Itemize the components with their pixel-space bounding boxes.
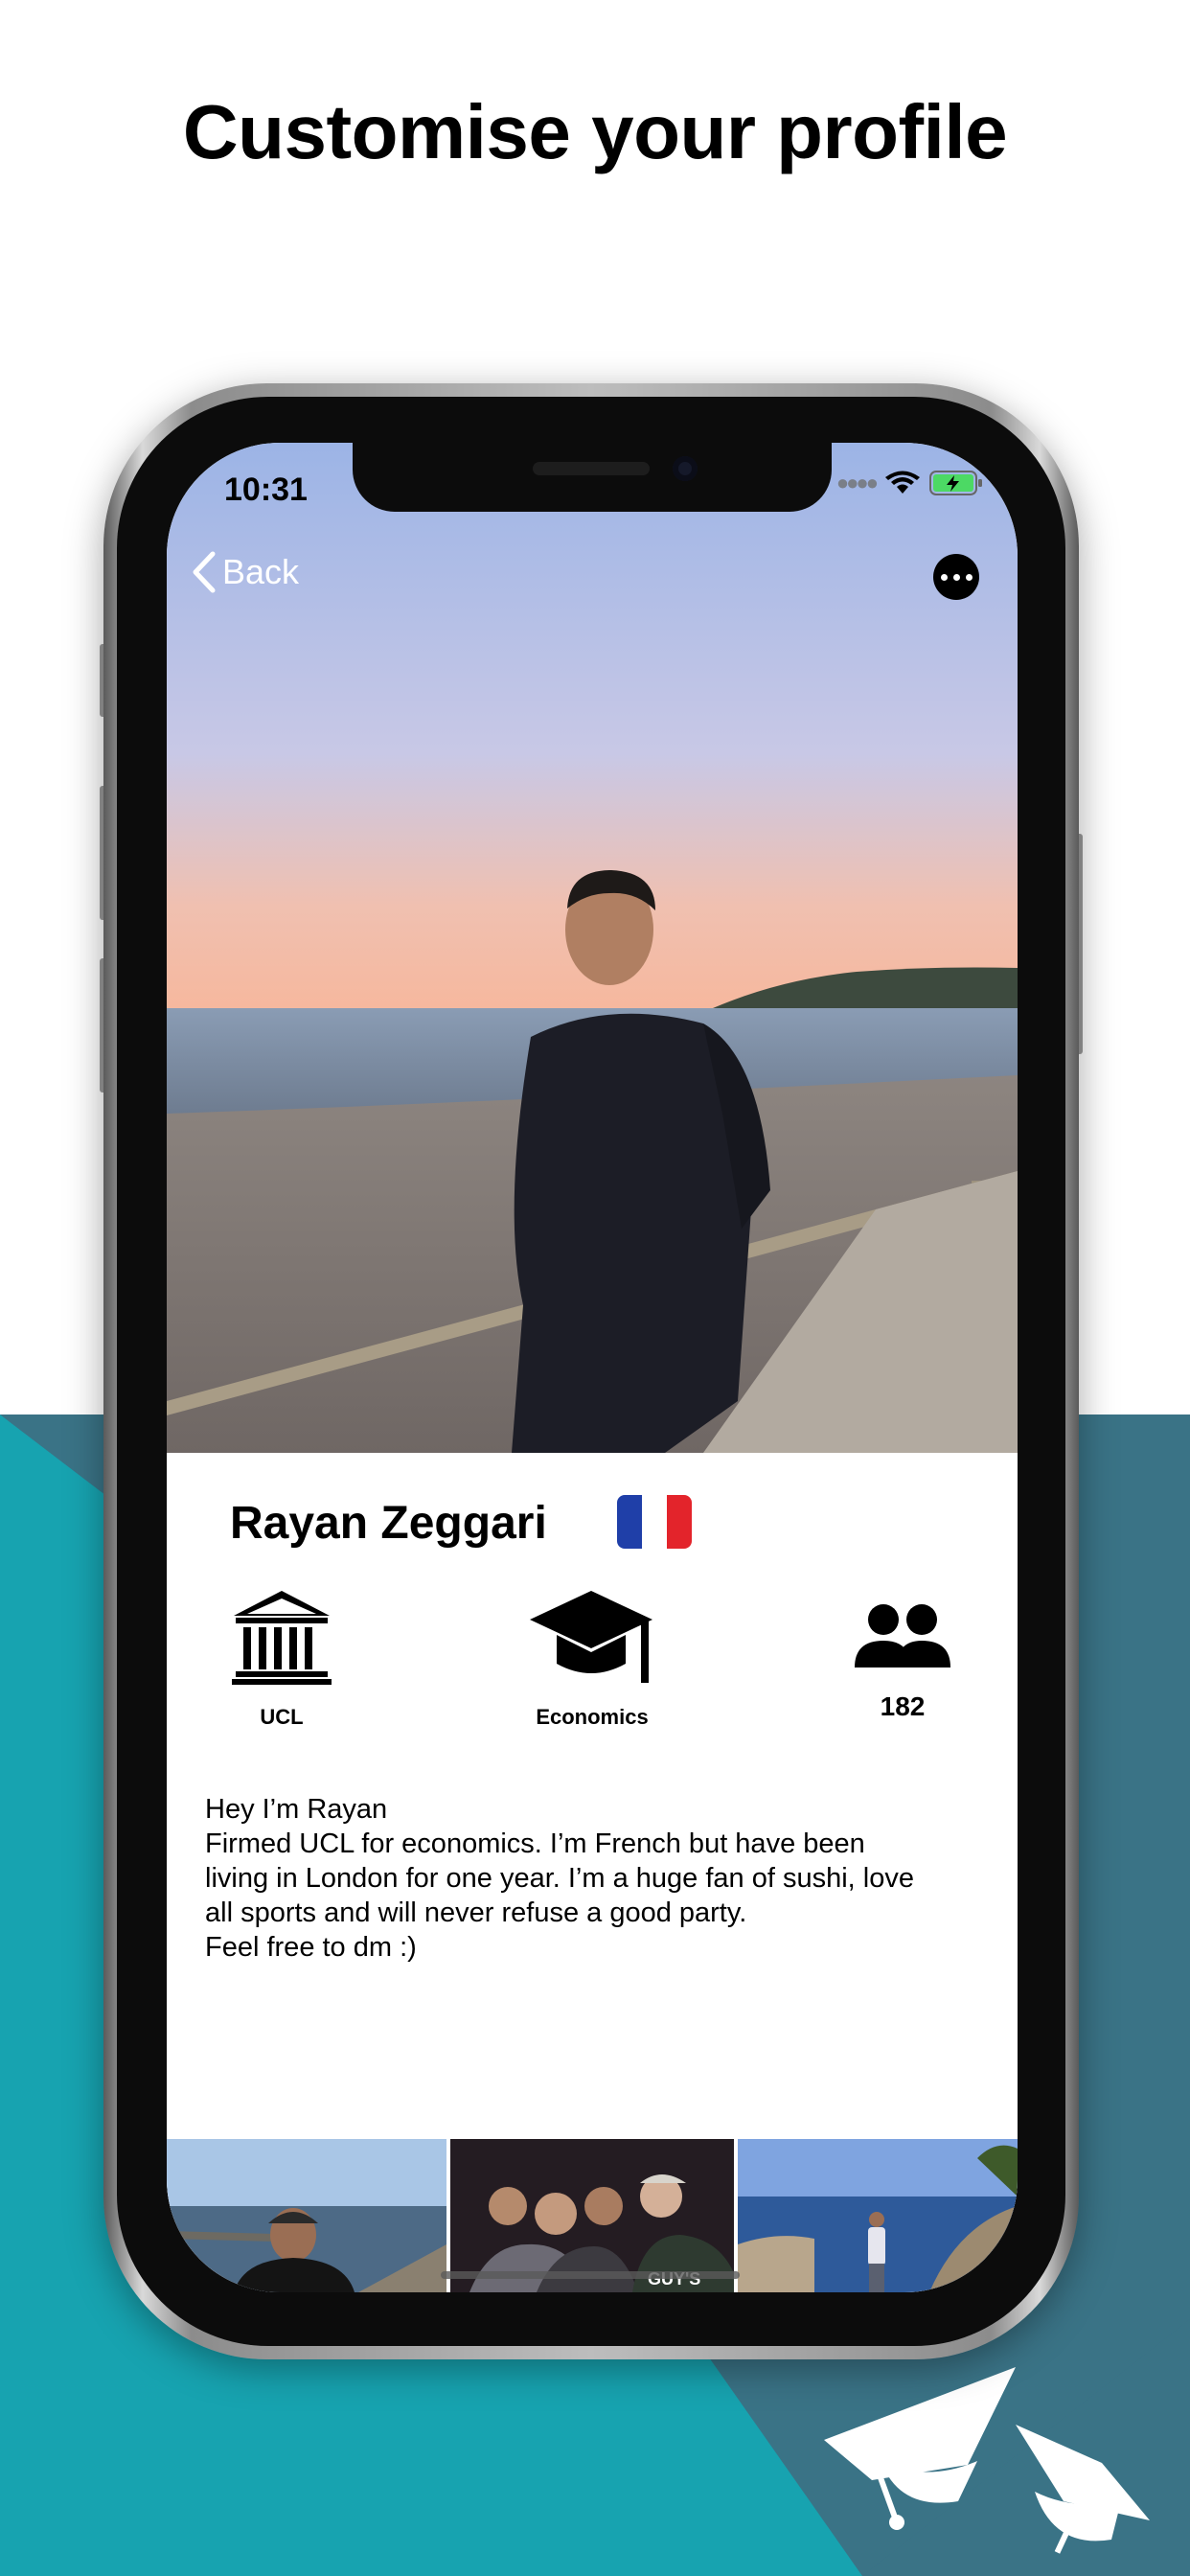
stat-friends[interactable]: 182 (797, 1587, 1008, 1722)
profile-name: Rayan Zeggari (230, 1498, 547, 1549)
wifi-icon (885, 471, 920, 494)
bio-line: Hey I’m Rayan (205, 1794, 388, 1825)
notch (353, 443, 832, 512)
graduation-cap-icon (824, 2367, 1016, 2530)
status-icons: ●●●● (836, 470, 983, 496)
app-store-screenshot: Customise your profile 10:31 ●●●● Back R… (0, 0, 1190, 2576)
photo-gallery: GUY'S (167, 2139, 1018, 2292)
bio-line: Feel free to dm :) (205, 1932, 417, 1963)
bio-line: living in London for one year. I’m a hug… (205, 1863, 914, 1894)
status-time: 10:31 (224, 472, 308, 508)
graduation-cap-icon (1016, 2425, 1150, 2554)
graduation-caps-decor (824, 2367, 1150, 2554)
university-icon (232, 1591, 332, 1685)
home-indicator (441, 2271, 740, 2279)
group-party-photo: GUY'S (450, 2139, 734, 2292)
profile-hero-photo (167, 443, 1018, 1453)
ellipsis-icon (940, 573, 948, 581)
chevron-left-icon (193, 551, 216, 593)
cellular-dots-icon: ●●●● (835, 471, 879, 494)
gallery-photo-3[interactable] (738, 2139, 1018, 2292)
gallery-photo-1[interactable] (167, 2139, 446, 2292)
stat-friends-count: 182 (880, 1691, 926, 1721)
profile-card: Rayan Zeggari UCL Economics 182 Hey I’m … (167, 1453, 1018, 2292)
back-button[interactable]: Back (190, 550, 299, 594)
stat-university: UCL (176, 1587, 387, 1730)
front-camera (673, 456, 698, 481)
stat-course-label: Economics (536, 1705, 649, 1729)
page-headline: Customise your profile (182, 89, 1008, 174)
gallery-photo-2[interactable]: GUY'S (450, 2139, 734, 2292)
stat-course: Economics (487, 1587, 698, 1730)
battery-charging-icon (929, 471, 982, 495)
speaker (533, 462, 650, 475)
graduation-cap-icon (530, 1591, 652, 1683)
phone-screen: 10:31 ●●●● Back Rayan Zeggari UCL Econom… (167, 443, 1018, 2292)
seaside-rocks-photo (738, 2139, 1018, 2292)
profile-bio: Hey I’m Rayan Firmed UCL for economics. … (205, 1792, 981, 1965)
bio-line: Firmed UCL for economics. I’m French but… (205, 1828, 865, 1859)
stat-university-label: UCL (260, 1705, 304, 1729)
back-label: Back (222, 552, 300, 591)
people-icon (855, 1604, 950, 1668)
france-flag-icon (617, 1495, 692, 1549)
beach-sunset-photo (167, 443, 1018, 1453)
more-options-button[interactable] (933, 554, 979, 600)
bio-line: all sports and will never refuse a good … (205, 1898, 747, 1928)
beach-selfie-photo (167, 2139, 446, 2292)
